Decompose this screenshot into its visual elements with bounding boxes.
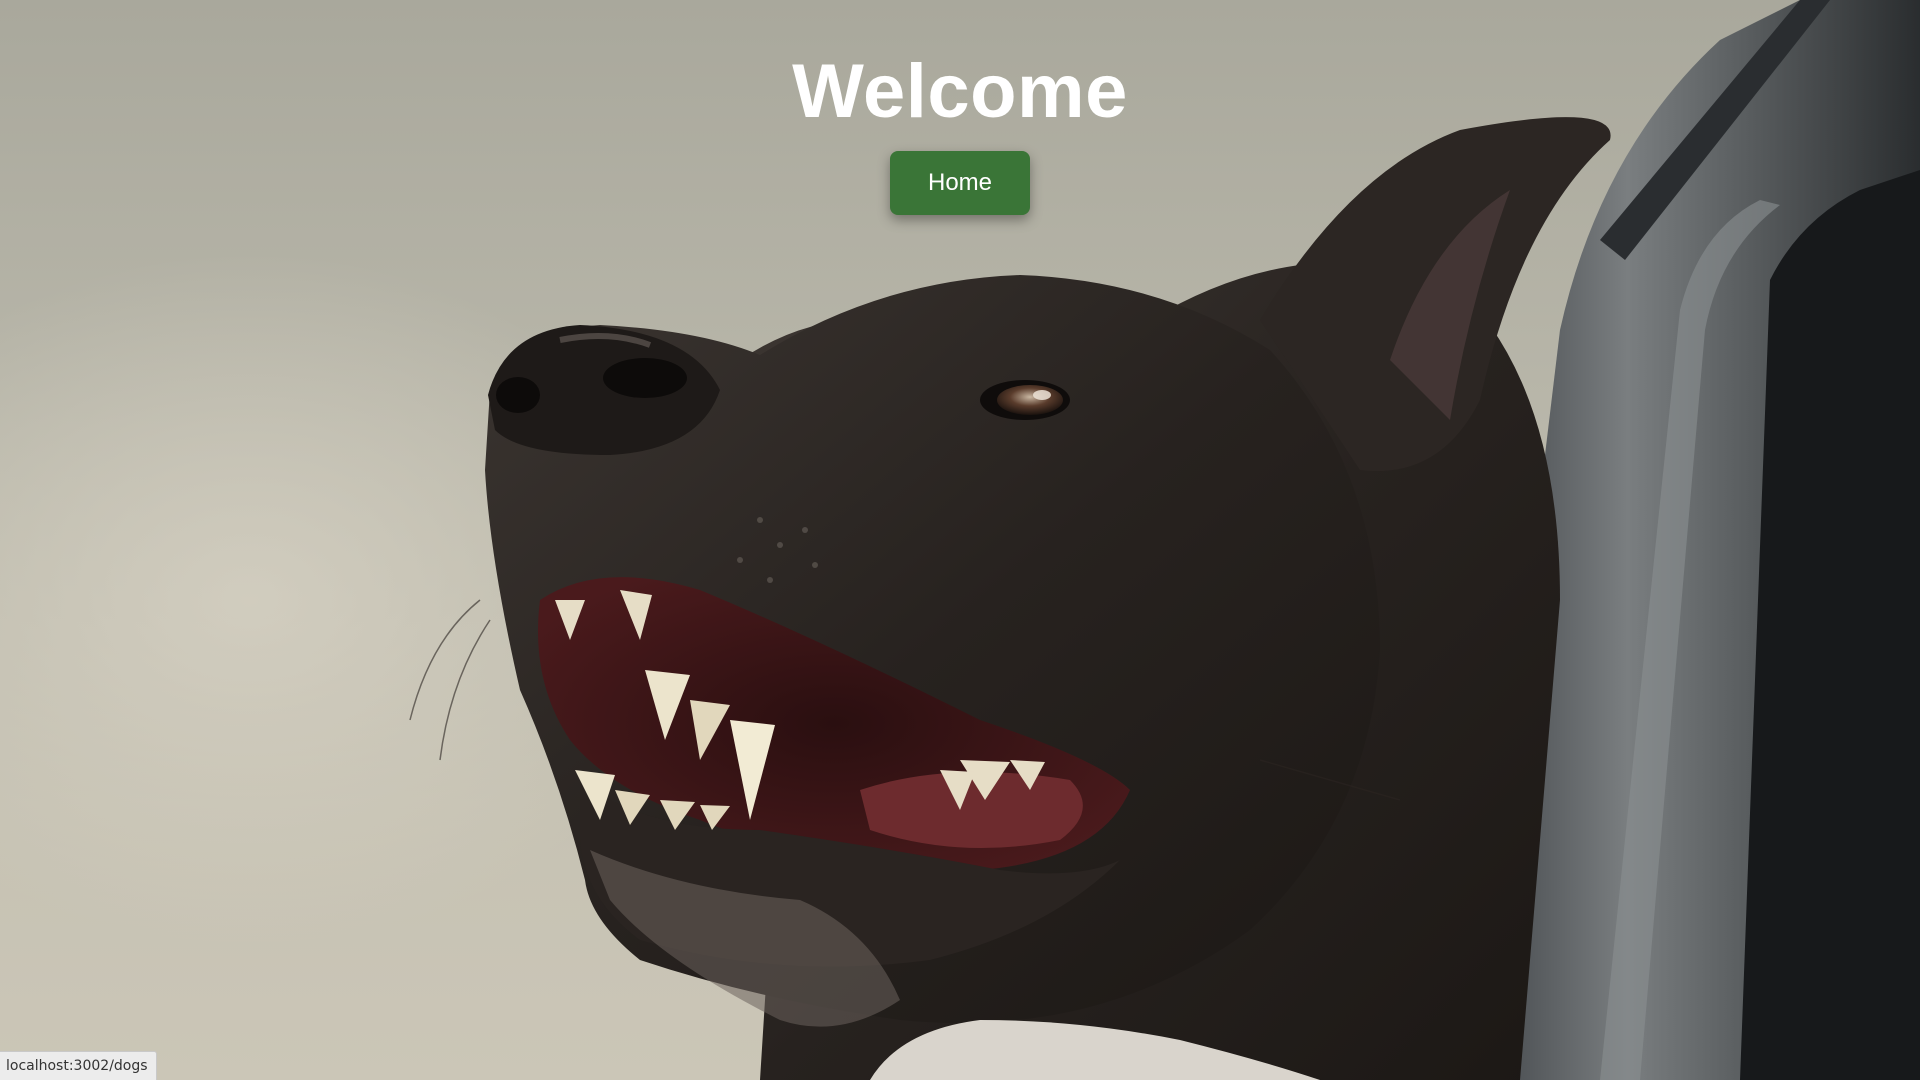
welcome-page: Welcome Home localhost:3002/dogs bbox=[0, 0, 1920, 1080]
link-status-bar: localhost:3002/dogs bbox=[0, 1051, 157, 1080]
page-title: Welcome bbox=[792, 49, 1128, 134]
home-button[interactable]: Home bbox=[890, 151, 1030, 215]
